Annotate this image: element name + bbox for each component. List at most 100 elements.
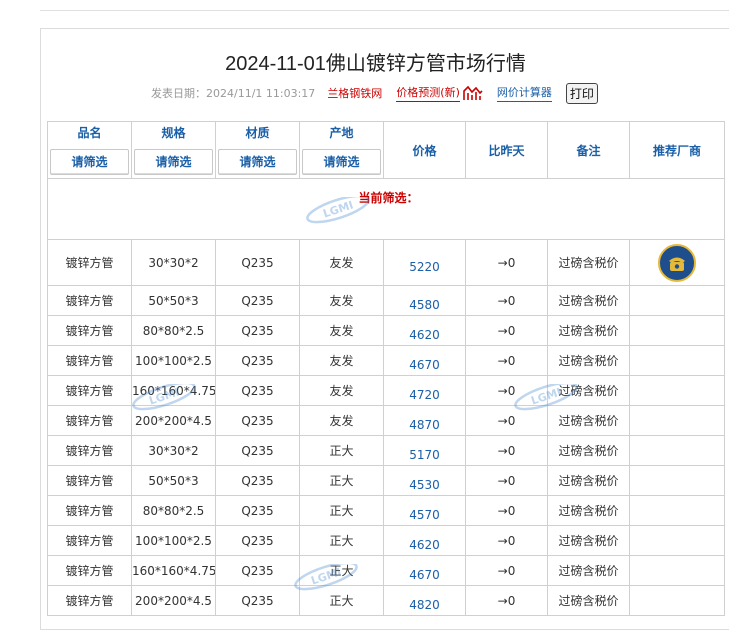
table-row: 镀锌方管 30*30*2 Q235 友发 5220 →0 过磅含税价	[47, 239, 725, 286]
col-remark: 备注	[547, 121, 630, 179]
cell-product: 镀锌方管	[47, 555, 132, 586]
table-row: 镀锌方管 80*80*2.5 Q235 正大 4570 →0 过磅含税价	[47, 495, 725, 526]
price-link[interactable]: 4580	[409, 290, 440, 312]
price-link[interactable]: 4670	[409, 560, 440, 582]
cell-price: 4820	[383, 585, 466, 616]
table-row: 镀锌方管 80*80*2.5 Q235 友发 4620 →0 过磅含税价	[47, 315, 725, 346]
table-body: 镀锌方管 30*30*2 Q235 友发 5220 →0 过磅含税价 镀锌方管 50*50*3 Q…	[47, 239, 725, 616]
cell-origin: 友发	[299, 285, 384, 316]
page-title: 2024-11-01佛山镀锌方管市场行情	[225, 53, 526, 75]
col-material: 材质 请筛选	[215, 121, 300, 179]
cell-spec: 30*30*2	[131, 435, 216, 466]
price-link[interactable]: 4820	[409, 590, 440, 612]
filter-product-button[interactable]: 请筛选	[50, 149, 129, 175]
publish-date: 发表日期：2024/11/1 11:03:17	[151, 87, 316, 100]
cell-origin: 正大	[299, 585, 384, 616]
cell-remark: 过磅含税价	[547, 405, 630, 436]
cell-change: →0	[465, 585, 548, 616]
table-row: 镀锌方管 30*30*2 Q235 正大 5170 →0 过磅含税价	[47, 435, 725, 466]
cell-vendor	[629, 405, 725, 436]
cell-material: Q235	[215, 345, 300, 376]
table-row: 镀锌方管 50*50*3 Q235 正大 4530 →0 过磅含税价	[47, 465, 725, 496]
cell-vendor	[629, 465, 725, 496]
price-link[interactable]: 4570	[409, 500, 440, 522]
cell-origin: 正大	[299, 495, 384, 526]
table-row: 镀锌方管 100*100*2.5 Q235 正大 4620 →0 过磅含税价	[47, 525, 725, 556]
table-row: 镀锌方管 50*50*3 Q235 友发 4580 →0 过磅含税价	[47, 285, 725, 316]
price-link[interactable]: 4670	[409, 350, 440, 372]
cell-remark: 过磅含税价	[547, 555, 630, 586]
print-button[interactable]: 打印	[565, 82, 598, 104]
cell-vendor	[629, 585, 725, 616]
cell-product: 镀锌方管	[47, 465, 132, 496]
cell-material: Q235	[215, 585, 300, 616]
cell-change: →0	[465, 405, 548, 436]
source-link[interactable]: 兰格钢铁网	[327, 85, 382, 101]
cell-material: Q235	[215, 435, 300, 466]
table-row: 镀锌方管 160*160*4.75 Q235 正大 4670 →0 过磅含税价	[47, 555, 725, 586]
price-link[interactable]: 4530	[409, 470, 440, 492]
cell-price: 4620	[383, 315, 466, 346]
table-row: 镀锌方管 160*160*4.75 Q235 友发 4720 →0 过磅含税价	[47, 375, 725, 406]
col-spec: 规格 请筛选	[131, 121, 216, 179]
meta-row: 发表日期：2024/11/1 11:03:17 兰格钢铁网 价格预测(新) 网价…	[151, 82, 598, 104]
phone-icon[interactable]	[658, 243, 696, 282]
cell-vendor	[629, 495, 725, 526]
col-origin-label: 产地	[329, 126, 354, 140]
col-vendor: 推荐厂商	[629, 121, 725, 179]
cell-product: 镀锌方管	[47, 315, 132, 346]
table-row: 镀锌方管 200*200*4.5 Q235 正大 4820 →0 过磅含税价	[47, 585, 725, 616]
col-spec-label: 规格	[161, 126, 186, 140]
cell-origin: 正大	[299, 555, 384, 586]
col-change: 比昨天	[465, 121, 548, 179]
cell-remark: 过磅含税价	[547, 285, 630, 316]
top-divider	[40, 10, 729, 11]
cell-origin: 友发	[299, 405, 384, 436]
current-filter-label: 当前筛选：	[358, 191, 419, 205]
trend-chart-icon[interactable]	[463, 85, 483, 101]
cell-vendor	[629, 239, 725, 286]
cell-product: 镀锌方管	[47, 495, 132, 526]
cell-vendor	[629, 315, 725, 346]
cell-origin: 正大	[299, 465, 384, 496]
cell-spec: 30*30*2	[131, 239, 216, 286]
table-row: 镀锌方管 100*100*2.5 Q235 友发 4670 →0 过磅含税价	[47, 345, 725, 376]
cell-product: 镀锌方管	[47, 285, 132, 316]
cell-spec: 200*200*4.5	[131, 405, 216, 436]
cell-material: Q235	[215, 405, 300, 436]
price-link[interactable]: 4620	[409, 320, 440, 342]
cell-price: 4570	[383, 495, 466, 526]
forecast-link[interactable]: 价格预测(新)	[396, 84, 460, 102]
cell-price: 4530	[383, 465, 466, 496]
cell-origin: 正大	[299, 525, 384, 556]
price-link[interactable]: 5220	[409, 252, 440, 274]
cell-product: 镀锌方管	[47, 405, 132, 436]
cell-vendor	[629, 285, 725, 316]
price-link[interactable]: 4720	[409, 380, 440, 402]
cell-origin: 友发	[299, 375, 384, 406]
cell-material: Q235	[215, 239, 300, 286]
price-link[interactable]: 5170	[409, 440, 440, 462]
cell-product: 镀锌方管	[47, 375, 132, 406]
cell-remark: 过磅含税价	[547, 585, 630, 616]
filter-material-button[interactable]: 请筛选	[218, 149, 297, 175]
cell-change: →0	[465, 345, 548, 376]
col-origin: 产地 请筛选	[299, 121, 384, 179]
cell-change: →0	[465, 285, 548, 316]
price-link[interactable]: 4870	[409, 410, 440, 432]
header-row: 品名 请筛选 规格 请筛选 材质 请筛选 产地 请筛选 价格 比昨天 备注 推荐…	[47, 121, 725, 179]
cell-origin: 友发	[299, 315, 384, 346]
cell-spec: 200*200*4.5	[131, 585, 216, 616]
price-link[interactable]: 4620	[409, 530, 440, 552]
cell-material: Q235	[215, 555, 300, 586]
current-filter-row: 当前筛选：	[47, 178, 725, 240]
filter-origin-button[interactable]: 请筛选	[302, 149, 381, 175]
cell-price: 4870	[383, 405, 466, 436]
market-panel: 2024-11-01佛山镀锌方管市场行情 发表日期：2024/11/1 11:0…	[40, 28, 729, 630]
cell-remark: 过磅含税价	[547, 465, 630, 496]
filter-spec-button[interactable]: 请筛选	[134, 149, 213, 175]
cell-material: Q235	[215, 315, 300, 346]
calculator-link[interactable]: 网价计算器	[496, 84, 552, 102]
cell-remark: 过磅含税价	[547, 525, 630, 556]
cell-remark: 过磅含税价	[547, 495, 630, 526]
